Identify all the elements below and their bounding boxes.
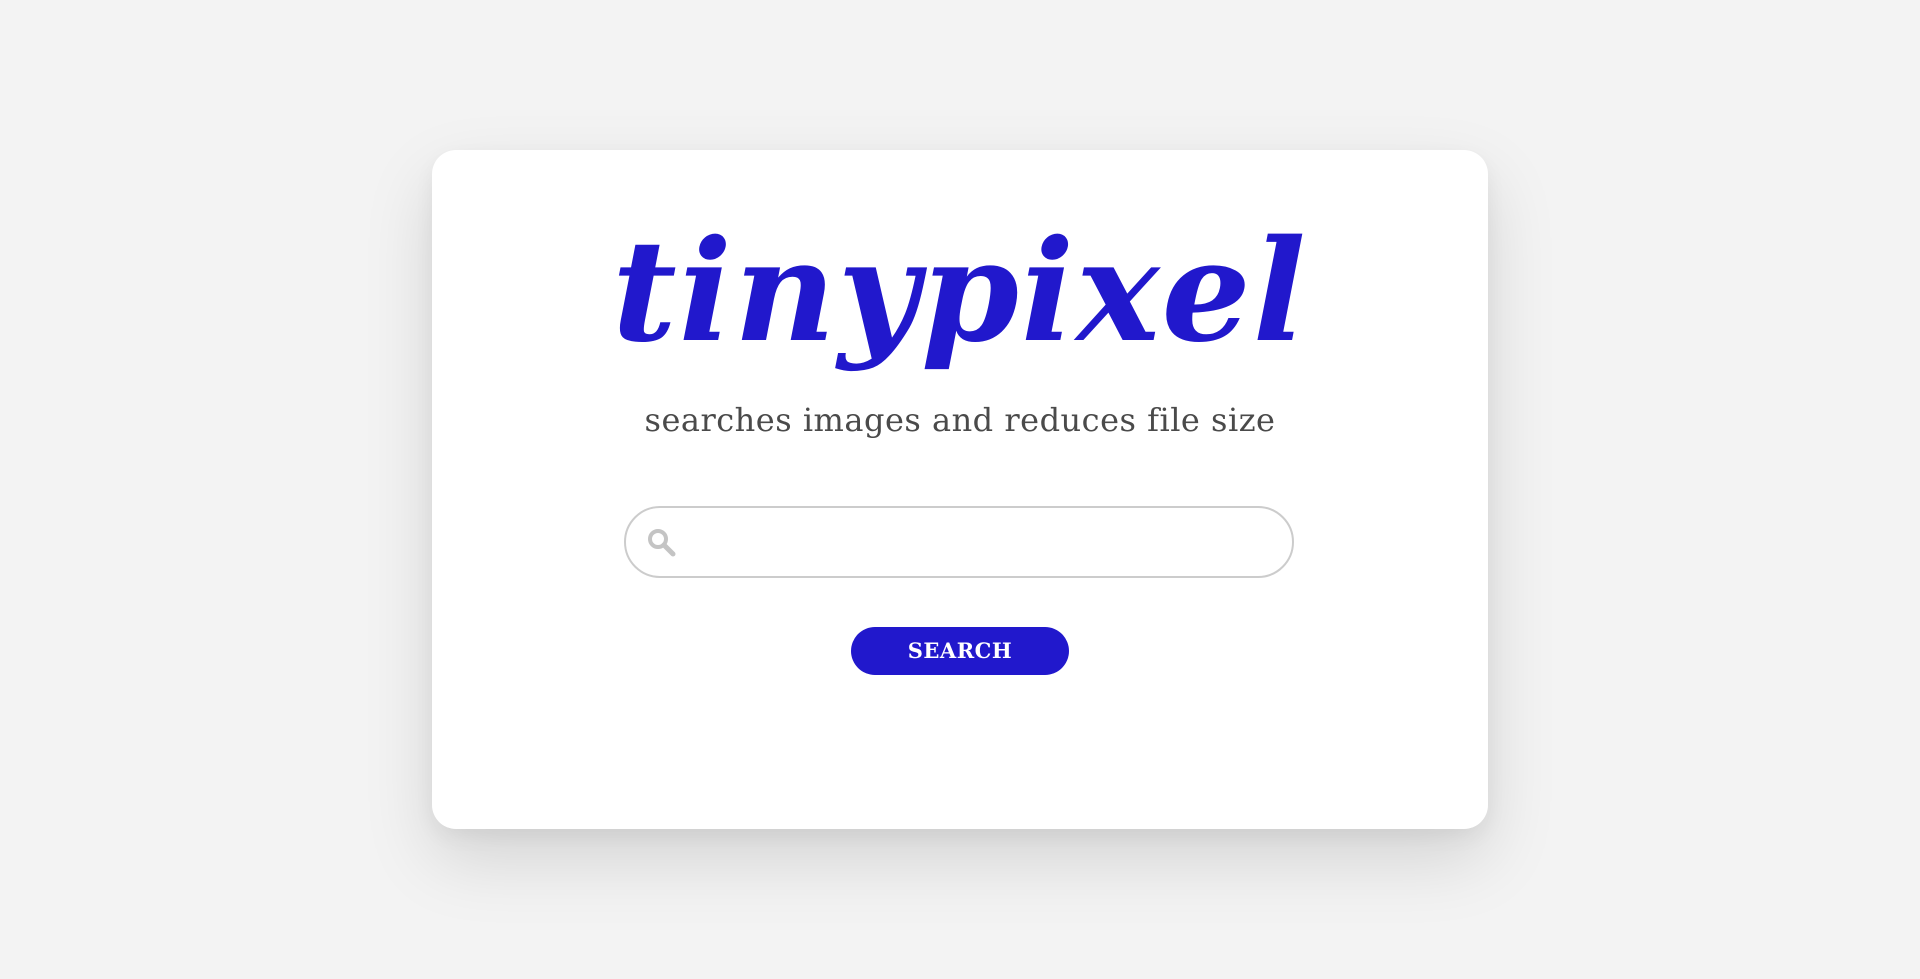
logo: tinypixel (612, 210, 1308, 374)
search-input[interactable] (692, 518, 1276, 568)
search-icon (646, 527, 678, 559)
tagline: searches images and reduces file size (644, 401, 1276, 439)
page: tinypixel searches images and reduces fi… (0, 0, 1920, 979)
search-field[interactable] (624, 506, 1294, 578)
search-button[interactable]: SEARCH (851, 627, 1069, 675)
